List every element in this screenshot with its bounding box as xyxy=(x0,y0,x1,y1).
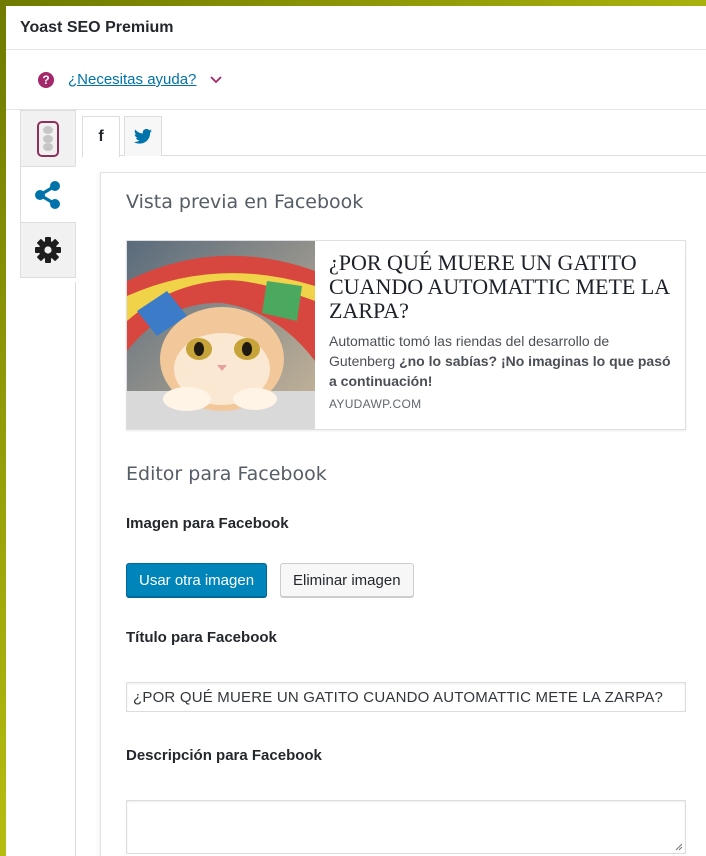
share-icon xyxy=(35,180,60,209)
facebook-description-textarea[interactable] xyxy=(126,800,686,854)
help-row: ? ¿Necesitas ayuda? xyxy=(6,50,706,110)
metabox-title: Yoast SEO Premium xyxy=(20,18,174,36)
tab-facebook[interactable]: f xyxy=(82,116,120,157)
title-label: Título para Facebook xyxy=(126,629,277,646)
twitter-icon xyxy=(134,129,152,144)
tab-settings[interactable] xyxy=(20,222,76,278)
image-label: Imagen para Facebook xyxy=(126,515,289,532)
traffic-light-icon xyxy=(37,120,59,157)
editor-heading: Editor para Facebook xyxy=(126,463,327,485)
tab-twitter[interactable] xyxy=(124,116,162,156)
preview-image[interactable] xyxy=(127,241,315,429)
description-label: Descripción para Facebook xyxy=(126,747,322,764)
facebook-title-input[interactable]: ¿POR QUÉ MUERE UN GATITO CUANDO AUTOMATT… xyxy=(126,682,686,712)
tab-social[interactable] xyxy=(20,166,76,222)
divider xyxy=(75,282,76,856)
preview-heading: Vista previa en Facebook xyxy=(126,191,364,213)
chevron-down-icon[interactable] xyxy=(210,72,223,87)
social-tab-list: f xyxy=(82,116,706,157)
gear-icon xyxy=(35,237,61,263)
preview-description: Automattic tomó las riendas del desarrol… xyxy=(329,331,673,391)
remove-image-button[interactable]: Eliminar imagen xyxy=(280,563,414,597)
facebook-panel: Vista previa en Facebook ¿POR QUÉ MUERE … xyxy=(100,172,706,856)
side-tab-list xyxy=(20,110,76,278)
facebook-preview-card[interactable]: ¿POR QUÉ MUERE UN GATITO CUANDO AUTOMATT… xyxy=(126,240,686,430)
yoast-metabox: Yoast SEO Premium ? ¿Necesitas ayuda? f … xyxy=(6,6,706,856)
preview-title: ¿POR QUÉ MUERE UN GATITO CUANDO AUTOMATT… xyxy=(329,250,669,323)
question-circle-icon[interactable]: ? xyxy=(38,71,54,88)
help-link[interactable]: ¿Necesitas ayuda? xyxy=(68,71,196,88)
preview-domain: AYUDAWP.COM xyxy=(329,397,422,411)
preview-text: ¿POR QUÉ MUERE UN GATITO CUANDO AUTOMATT… xyxy=(315,241,685,429)
facebook-icon: f xyxy=(98,128,104,145)
resize-handle-icon[interactable] xyxy=(674,842,683,851)
metabox-header: Yoast SEO Premium xyxy=(6,6,706,50)
tab-readability[interactable] xyxy=(20,110,76,166)
use-other-image-button[interactable]: Usar otra imagen xyxy=(126,563,268,597)
